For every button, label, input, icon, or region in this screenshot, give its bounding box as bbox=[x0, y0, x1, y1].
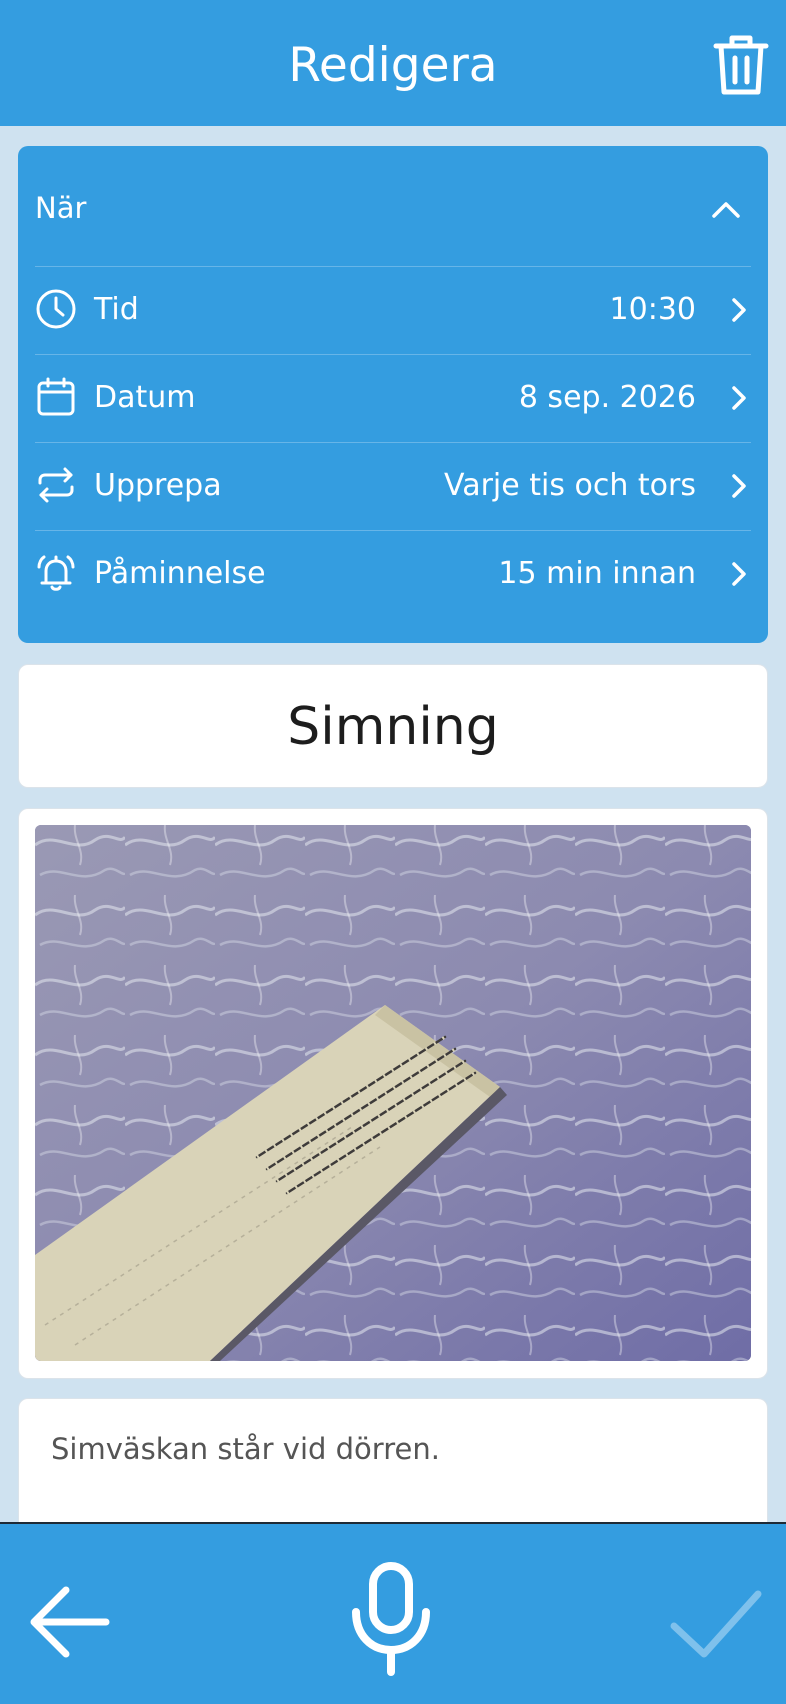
chevron-right-icon bbox=[732, 562, 746, 586]
bottom-bar bbox=[0, 1522, 786, 1704]
date-value: 8 sep. 2026 bbox=[518, 380, 696, 415]
when-section-header[interactable]: När bbox=[18, 146, 768, 266]
confirm-button[interactable] bbox=[668, 1586, 764, 1662]
checkmark-icon bbox=[670, 1590, 762, 1658]
chevron-up-icon bbox=[712, 202, 740, 218]
repeat-value: Varje tis och tors bbox=[444, 468, 696, 503]
chevron-right-icon bbox=[732, 386, 746, 410]
activity-image-card[interactable] bbox=[18, 808, 768, 1379]
date-row[interactable]: Datum 8 sep. 2026 bbox=[18, 354, 768, 442]
page-title: Redigera bbox=[288, 38, 498, 93]
activity-photo bbox=[35, 825, 751, 1361]
chevron-right-icon bbox=[732, 474, 746, 498]
bell-icon bbox=[37, 555, 75, 591]
reminder-label: Påminnelse bbox=[94, 556, 266, 591]
chevron-right-icon bbox=[732, 298, 746, 322]
time-label: Tid bbox=[94, 292, 139, 327]
activity-title: Simning bbox=[287, 697, 499, 757]
activity-title-field[interactable]: Simning bbox=[18, 664, 768, 788]
reminder-row[interactable]: Påminnelse 15 min innan bbox=[18, 530, 768, 618]
microphone-icon bbox=[352, 1562, 430, 1676]
repeat-row[interactable]: Upprepa Varje tis och tors bbox=[18, 442, 768, 530]
clock-icon bbox=[36, 289, 76, 329]
time-value: 10:30 bbox=[609, 292, 696, 327]
repeat-label: Upprepa bbox=[94, 468, 222, 503]
repeat-icon bbox=[38, 467, 74, 503]
trash-icon bbox=[713, 35, 769, 95]
when-section-title: När bbox=[35, 191, 87, 225]
back-button[interactable] bbox=[28, 1580, 112, 1664]
top-app-bar: Redigera bbox=[0, 0, 786, 126]
reminder-value: 15 min innan bbox=[498, 556, 696, 591]
date-label: Datum bbox=[94, 380, 196, 415]
calendar-icon bbox=[37, 377, 75, 416]
when-section: När Tid 10:30 Datum 8 sep. 2026 Upprepa … bbox=[18, 146, 768, 643]
time-row[interactable]: Tid 10:30 bbox=[18, 266, 768, 354]
delete-button[interactable] bbox=[706, 30, 776, 100]
microphone-button[interactable] bbox=[346, 1560, 436, 1680]
note-text: Simväskan står vid dörren. bbox=[51, 1432, 440, 1466]
arrow-left-icon bbox=[30, 1586, 110, 1658]
